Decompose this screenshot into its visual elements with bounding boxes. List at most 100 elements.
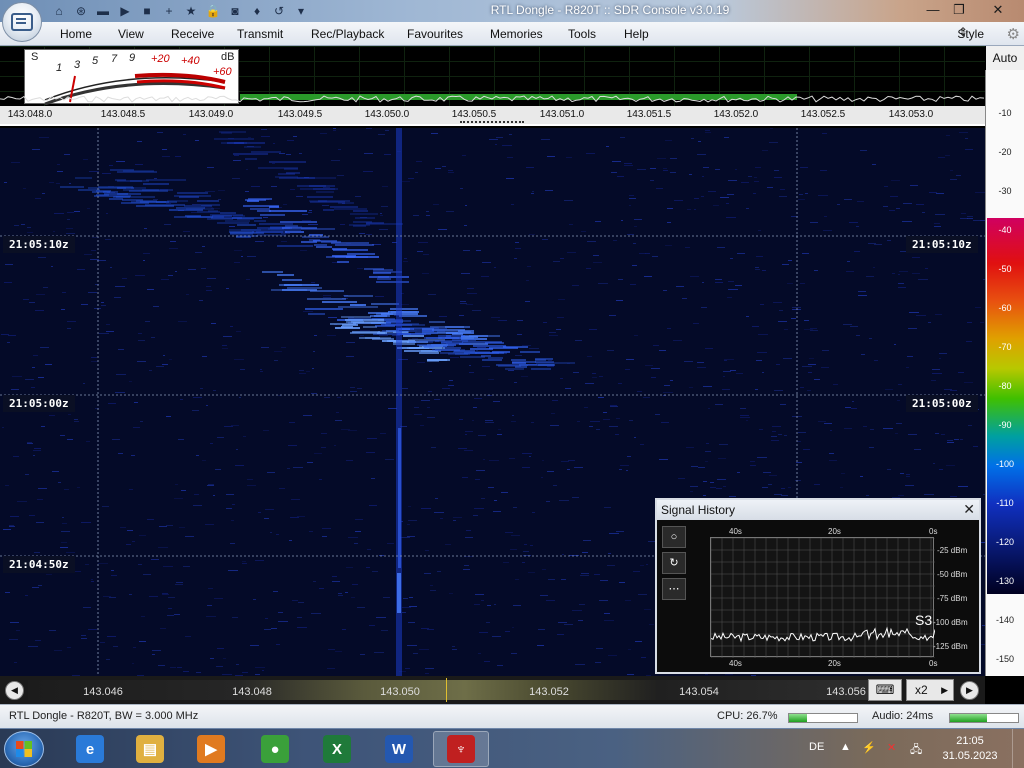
frequency-tick: 143.048.5: [100, 109, 146, 120]
taskbar-app-internet-explorer[interactable]: e: [62, 731, 118, 767]
dbm-label: -50 dBm: [937, 570, 968, 579]
db-label: -110: [996, 498, 1014, 508]
time-label: 0s: [929, 659, 938, 668]
dropdown-icon[interactable]: ▾: [292, 2, 310, 20]
tab-home[interactable]: Home: [60, 27, 92, 41]
dbm-label: -75 dBm: [937, 594, 968, 603]
tab-rec-playback[interactable]: Rec/Playback: [311, 27, 384, 41]
audio-meter-fill: [950, 714, 988, 722]
frequency-tick: 143.050.5: [451, 109, 497, 120]
timestamp-left: 21:05:00z: [3, 395, 75, 412]
taskbar-app-media-player[interactable]: ▶: [183, 731, 239, 767]
audio-status: Audio: 24ms: [872, 710, 934, 722]
time-label: 40s: [729, 659, 742, 668]
zoom-dropdown[interactable]: x2 ▶: [906, 679, 954, 701]
folder-icon[interactable]: ▬: [94, 2, 112, 20]
db-label: -50: [998, 264, 1012, 274]
frequency-tick: 143.049.5: [277, 109, 323, 120]
file-explorer-icon: ▤: [136, 735, 164, 763]
tab-receive[interactable]: Receive: [171, 27, 214, 41]
db-scale-20: +20: [151, 53, 170, 65]
tab-favourites[interactable]: Favourites: [407, 27, 463, 41]
star-icon[interactable]: ★: [182, 2, 200, 20]
device-status: RTL Dongle - R820T, BW = 3.000 MHz: [9, 710, 199, 722]
tab-transmit[interactable]: Transmit: [237, 27, 283, 41]
window-title: RTL Dongle - R820T :: SDR Console v3.0.1…: [490, 3, 730, 17]
app-menu-icon: [11, 13, 33, 31]
frequency-ruler[interactable]: 143.048.0 143.048.5 143.049.0 143.049.5 143.…: [0, 106, 985, 126]
home-icon[interactable]: ⌂: [50, 2, 68, 20]
cpu-status: CPU: 26.7%: [717, 710, 778, 722]
lock-icon[interactable]: 🔒: [204, 2, 222, 20]
forward-button[interactable]: ▶: [960, 681, 979, 700]
application-menu-button[interactable]: [2, 2, 42, 42]
audio-meter: [949, 713, 1019, 723]
s-meter-db-label: dB: [221, 51, 235, 63]
overview-scale: ◀ 143.046 143.048 143.050 143.052 143.05…: [0, 676, 985, 704]
close-icon[interactable]: ✕: [963, 501, 975, 518]
timestamp-right: 21:05:00z: [906, 395, 978, 412]
s-scale-1: 1: [56, 62, 63, 74]
gear-icon[interactable]: ⚙: [1007, 25, 1020, 43]
power-icon[interactable]: ⚡: [862, 741, 876, 754]
signal-history-plot: [710, 537, 936, 659]
drag-handle[interactable]: [460, 121, 524, 123]
spectrum-display[interactable]: S dB 1 3 5 7 9 +20 +40 +60: [0, 46, 985, 106]
spectrum-trace: [0, 95, 985, 103]
time-label: 20s: [828, 527, 841, 536]
tab-help[interactable]: Help: [624, 27, 649, 41]
keyboard-icon[interactable]: ⌨: [868, 679, 902, 701]
taskbar-app-word[interactable]: W: [371, 731, 427, 767]
db-label: -120: [995, 537, 1014, 547]
network-icon[interactable]: 🖧: [910, 741, 922, 760]
tuning-marker[interactable]: [446, 678, 447, 702]
reset-button[interactable]: ↻: [662, 552, 686, 574]
overview-band[interactable]: [28, 680, 868, 700]
taskbar-app-sdr-console[interactable]: ♆: [433, 731, 489, 767]
system-clock[interactable]: 21:05 31.05.2023: [935, 734, 1005, 764]
frequency-tick: 143.052.0: [713, 109, 759, 120]
undo-icon[interactable]: ↺: [270, 2, 288, 20]
signal-history-panel: Signal History ✕ ○ ↻ ⋯ 40s 20s 0s -25 dB…: [655, 498, 981, 674]
signal-history-title: Signal History: [661, 503, 736, 517]
minimize-button[interactable]: —: [920, 0, 946, 20]
volume-muted-icon[interactable]: ✕: [887, 741, 896, 754]
camera-icon[interactable]: ◙: [226, 2, 244, 20]
more-button[interactable]: ⋯: [662, 578, 686, 600]
tab-memories[interactable]: Memories: [490, 27, 543, 41]
auto-scale-button[interactable]: Auto: [986, 46, 1024, 70]
taskbar-app-file-explorer[interactable]: ▤: [122, 731, 178, 767]
style-menu[interactable]: Style: [957, 27, 984, 41]
db-label: -100: [995, 459, 1014, 469]
taskbar-app-excel[interactable]: X: [309, 731, 365, 767]
stop-icon[interactable]: ■: [138, 2, 156, 20]
ribbon-menu: Home View Receive Transmit Rec/Playback …: [0, 22, 1024, 46]
frequency-tick: 143.052.5: [800, 109, 846, 120]
show-desktop-button[interactable]: [1012, 729, 1024, 768]
overview-tick: 143.048: [232, 686, 272, 698]
tab-tools[interactable]: Tools: [568, 27, 596, 41]
internet-explorer-icon: e: [76, 735, 104, 763]
dbm-label: -125 dBm: [933, 642, 968, 651]
plus-icon[interactable]: +: [160, 2, 178, 20]
taskbar-app-chrome[interactable]: ●: [247, 731, 303, 767]
show-hidden-icons[interactable]: ▲: [840, 741, 851, 753]
drop-icon[interactable]: ♦: [248, 2, 266, 20]
start-button[interactable]: [4, 731, 44, 767]
language-indicator[interactable]: DE: [809, 741, 824, 753]
record-button[interactable]: ○: [662, 526, 686, 548]
signal-history-header: Signal History ✕: [657, 500, 979, 520]
play-icon[interactable]: ▶: [116, 2, 134, 20]
overview-tick: 143.054: [679, 686, 719, 698]
overview-tick: 143.052: [529, 686, 569, 698]
db-scale-40: +40: [181, 55, 200, 67]
lifebuoy-icon[interactable]: ⊛: [72, 2, 90, 20]
close-button[interactable]: ✕: [984, 0, 1012, 20]
overview-tick: 143.046: [83, 686, 123, 698]
restore-button[interactable]: ❐: [946, 0, 972, 20]
frequency-tick: 143.049.0: [188, 109, 234, 120]
chevron-right-icon: ▶: [941, 685, 948, 695]
rewind-button[interactable]: ◀: [5, 681, 24, 700]
tab-view[interactable]: View: [118, 27, 144, 41]
word-icon: W: [385, 735, 413, 763]
